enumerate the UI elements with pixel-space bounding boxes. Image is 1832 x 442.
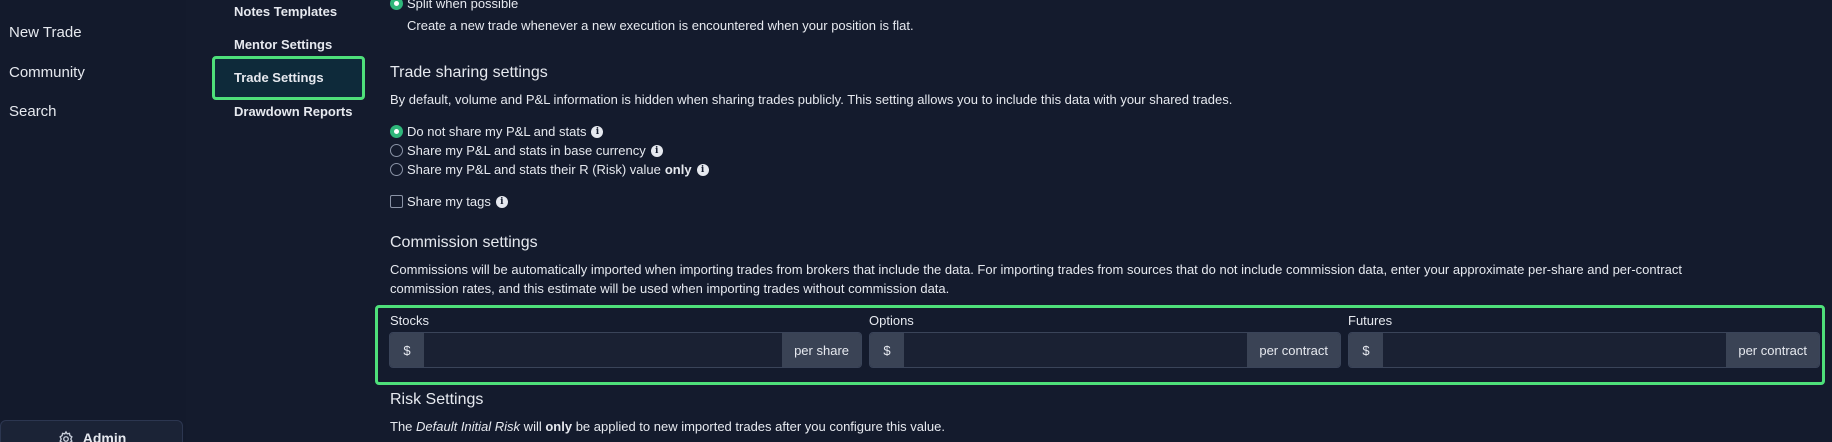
options-commission-field[interactable] (904, 333, 1248, 367)
gear-icon (58, 430, 73, 442)
risk-title: Risk Settings (390, 391, 484, 408)
futures-commission-field[interactable] (1383, 333, 1727, 367)
stocks-label: Stocks (390, 313, 430, 328)
stocks-commission-input: $ per share (389, 332, 862, 368)
options-label: Options (869, 313, 914, 328)
currency-prefix: $ (390, 333, 424, 367)
commission-title: Commission settings (390, 234, 538, 251)
share-r-radio[interactable] (390, 163, 403, 176)
per-contract-suffix: per contract (1247, 333, 1340, 367)
settings-nav-notes-templates[interactable]: Notes Templates (234, 4, 337, 19)
options-commission-input: $ per contract (869, 332, 1341, 368)
risk-description: The Default Initial Risk will only be ap… (390, 419, 945, 434)
per-share-suffix: per share (782, 333, 861, 367)
nav-new-trade[interactable]: New Trade (9, 24, 82, 41)
left-navigation: New Trade Community Search Admin (0, 0, 186, 442)
split-description: Create a new trade whenever a new execut… (407, 18, 914, 33)
split-label: Split when possible (407, 0, 519, 11)
share-option-base-currency[interactable]: Share my P&L and stats in base currency … (390, 143, 663, 158)
settings-nav-mentor-settings[interactable]: Mentor Settings (234, 37, 332, 52)
admin-label: Admin (82, 430, 127, 442)
share-r-only: only (664, 162, 692, 177)
info-icon[interactable]: i (650, 144, 663, 157)
settings-navigation: Notes Templates Mentor Settings Trade Se… (210, 0, 370, 442)
commission-description: Commissions will be automatically import… (390, 260, 1810, 298)
admin-button[interactable]: Admin (0, 420, 183, 442)
info-icon[interactable]: i (591, 125, 604, 138)
settings-nav-drawdown-reports[interactable]: Drawdown Reports (234, 104, 352, 119)
split-option[interactable]: Split when possible (390, 0, 518, 11)
commission-description-line1: Commissions will be automatically import… (390, 262, 1682, 277)
trade-sharing-description: By default, volume and P&L information i… (390, 92, 1233, 107)
nav-search[interactable]: Search (9, 103, 57, 120)
trade-sharing-title: Trade sharing settings (390, 64, 548, 81)
share-tags-label: Share my tags (407, 194, 491, 209)
currency-prefix: $ (1349, 333, 1383, 367)
per-contract-suffix: per contract (1726, 333, 1819, 367)
futures-commission-input: $ per contract (1348, 332, 1820, 368)
nav-community[interactable]: Community (9, 64, 85, 81)
stocks-commission-field[interactable] (424, 333, 783, 367)
currency-prefix: $ (870, 333, 904, 367)
share-none-label: Do not share my P&L and stats (407, 124, 587, 139)
share-option-r-value[interactable]: Share my P&L and stats their R (Risk) va… (390, 162, 709, 177)
share-r-label: Share my P&L and stats their R (Risk) va… (407, 162, 661, 177)
split-radio[interactable] (390, 0, 403, 10)
share-base-radio[interactable] (390, 144, 403, 157)
settings-nav-trade-settings[interactable]: Trade Settings (234, 70, 324, 85)
share-option-none[interactable]: Do not share my P&L and stats i (390, 124, 604, 139)
commission-description-line2: commission rates, and this estimate will… (390, 281, 950, 296)
share-base-label: Share my P&L and stats in base currency (407, 143, 646, 158)
share-none-radio[interactable] (390, 125, 403, 138)
share-tags-option[interactable]: Share my tags i (390, 194, 508, 209)
futures-label: Futures (1348, 313, 1393, 328)
info-icon[interactable]: i (696, 163, 709, 176)
info-icon[interactable]: i (495, 195, 508, 208)
share-tags-checkbox[interactable] (390, 195, 403, 208)
